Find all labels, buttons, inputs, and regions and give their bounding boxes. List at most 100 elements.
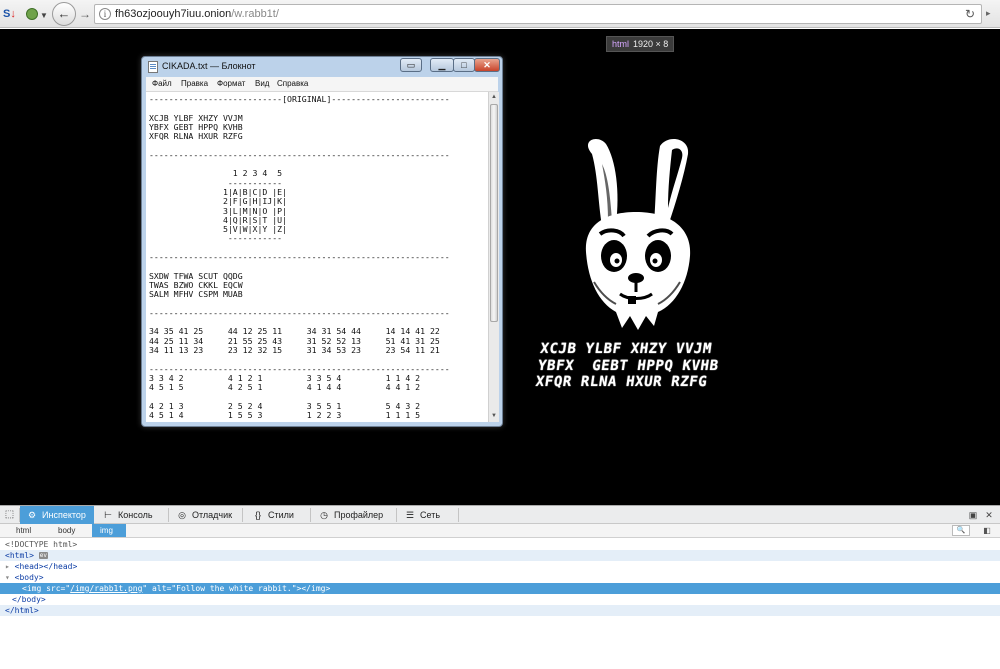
menu-view[interactable]: Вид	[255, 79, 269, 88]
tab-profiler[interactable]: ◷ Профайлер	[312, 506, 396, 524]
head-tag: <head></head>	[14, 562, 78, 571]
scrollbar-thumb[interactable]	[490, 104, 498, 322]
profiler-icon: ◷	[320, 510, 328, 520]
tab-network-label: Сеть	[420, 510, 441, 520]
notepad-text-area[interactable]: ---------------------------[ORIGINAL]---…	[146, 92, 488, 422]
element-picker-icon[interactable]: ⬚	[3, 508, 16, 521]
body-close-tag: </body>	[12, 595, 46, 604]
tab-inspector-label: Инспектор	[42, 510, 86, 520]
tab-separator	[458, 508, 459, 522]
close-button[interactable]: ✕	[474, 58, 500, 72]
url-text: fh63ozjoouyh7iuu.onion/w.rabb1t/	[115, 8, 279, 20]
caption-line-1: XCJB YLBF XHZY VVJM	[539, 341, 714, 357]
tree-node-head[interactable]: ▸ <head></head>	[0, 561, 1000, 572]
img-alt-value: Follow the white rabbit.	[176, 584, 292, 593]
close-devtools-icon[interactable]: ✕	[982, 508, 996, 522]
caption-line-3: XFQR RLNA HXUR RZFG	[534, 374, 709, 390]
dock-icon[interactable]: ▣	[966, 508, 980, 522]
rabbit-cipher-caption: XCJB YLBF XHZY VVJM YBFX GEBT HPPQ KVHB XF…	[535, 341, 723, 391]
address-bar[interactable]: i fh63ozjoouyh7iuu.onion/w.rabb1t/ ↻	[94, 4, 982, 24]
console-icon: ⊢	[104, 510, 112, 520]
notepad-content: ---------------------------[ORIGINAL]---…	[149, 94, 450, 421]
tab-console-label: Консоль	[118, 510, 153, 520]
tab-inspector[interactable]: ⚙ Инспектор	[20, 506, 94, 524]
tab-separator	[242, 508, 243, 522]
menu-format[interactable]: Формат	[217, 79, 245, 88]
page-viewport: html 1920 × 8 CIKADA.txt — Блокнот ▭ ▁ □ …	[0, 29, 1000, 505]
network-icon: ☰	[405, 510, 415, 520]
html-open-tag: <html>	[5, 551, 34, 560]
scroll-down-icon[interactable]: ▼	[489, 411, 499, 422]
tooltip-tag: html	[612, 39, 630, 49]
img-open-tag: <img src="	[22, 584, 71, 593]
window-extra-button[interactable]: ▭	[400, 58, 422, 72]
breadcrumb-img[interactable]: img	[92, 524, 126, 537]
tree-node-html[interactable]: <html> ev	[0, 550, 1000, 561]
debugger-icon: ◎	[178, 510, 186, 520]
doctype-text: <!DOCTYPE html>	[5, 540, 78, 549]
minimize-button[interactable]: ▁	[430, 58, 454, 72]
onion-icon	[26, 8, 38, 20]
img-alt-attr: " alt="	[142, 584, 177, 593]
tab-separator	[396, 508, 397, 522]
url-host: fh63ozjoouyh7iuu.onion	[115, 8, 232, 20]
menu-edit[interactable]: Правка	[181, 79, 208, 88]
site-info-icon[interactable]: i	[99, 8, 111, 20]
notepad-title: CIKADA.txt — Блокнот	[162, 61, 256, 71]
tree-node-body-close[interactable]: </body>	[0, 594, 1000, 605]
caption-line-2: YBFX GEBT HPPQ KVHB	[536, 357, 720, 374]
tooltip-dimensions: 1920 × 8	[633, 39, 669, 49]
event-badge[interactable]: ev	[38, 552, 48, 559]
markup-tree[interactable]: <!DOCTYPE html> <html> ev ▸ <head></head…	[0, 538, 1000, 669]
menu-file[interactable]: Файл	[152, 79, 172, 88]
browser-toolbar: S↓ ▼ ← → i fh63ozjoouyh7iuu.onion/w.rabb…	[0, 0, 1000, 28]
maximize-button[interactable]: □	[453, 58, 475, 72]
minimize-icon: ▁	[438, 60, 446, 70]
tor-onion-button[interactable]: ▼	[24, 5, 48, 23]
back-arrow-icon: ←	[57, 6, 71, 21]
close-icon: ✕	[483, 60, 491, 70]
sogou-logo-icon[interactable]: S↓	[3, 5, 21, 23]
url-path: /w.rabb1t/	[231, 8, 279, 20]
collapsed-arrow-icon[interactable]: ▸	[0, 562, 10, 571]
forward-arrow-icon: →	[79, 7, 91, 21]
menu-help[interactable]: Справка	[277, 79, 308, 88]
tree-node-doctype[interactable]: <!DOCTYPE html>	[0, 539, 1000, 550]
search-icon[interactable]: 🔍	[952, 525, 970, 536]
sidebar-toggle-icon[interactable]: ◧	[980, 525, 994, 536]
breadcrumb-body[interactable]: body	[50, 524, 83, 537]
html-close-tag: </html>	[5, 606, 39, 615]
node-breadcrumbs: html body img 🔍 ◧	[0, 524, 1000, 538]
tab-separator	[168, 508, 169, 522]
scroll-up-icon[interactable]: ▲	[489, 92, 499, 103]
tab-debugger[interactable]: ◎ Отладчик	[170, 506, 242, 524]
body-open-tag: <body>	[14, 573, 44, 582]
notepad-vertical-scrollbar[interactable]: ▲ ▼	[488, 92, 499, 422]
forward-button[interactable]: →	[76, 5, 94, 23]
tab-styles[interactable]: {} Стили	[246, 506, 308, 524]
reload-icon[interactable]: ↻	[965, 7, 975, 21]
styles-icon: {}	[254, 510, 261, 520]
notepad-window[interactable]: CIKADA.txt — Блокнот ▭ ▁ □ ✕ Файл Правка…	[141, 56, 503, 427]
tree-node-img[interactable]: <img src="/img/rabb1t.png" alt="Follow t…	[0, 583, 1000, 594]
inspector-icon: ⚙	[27, 510, 37, 520]
maximize-icon: □	[461, 60, 467, 70]
img-src-link[interactable]: /img/rabb1t.png	[70, 584, 142, 593]
img-close-tag: "></img>	[291, 584, 331, 593]
tab-console[interactable]: ⊢ Консоль	[96, 506, 168, 524]
tree-node-body[interactable]: ▾ <body>	[0, 572, 1000, 583]
white-rabbit-image	[585, 139, 691, 330]
expanded-arrow-icon[interactable]: ▾	[0, 573, 10, 582]
tab-profiler-label: Профайлер	[334, 510, 384, 520]
back-button[interactable]: ←	[52, 2, 76, 26]
notepad-app-icon	[148, 61, 158, 73]
tab-network[interactable]: ☰ Сеть	[398, 506, 458, 524]
tree-node-html-close[interactable]: </html>	[0, 605, 1000, 616]
element-highlight-tooltip: html 1920 × 8	[606, 36, 675, 52]
tab-styles-label: Стили	[268, 510, 294, 520]
notepad-titlebar[interactable]: CIKADA.txt — Блокнот ▭ ▁ □ ✕	[142, 57, 502, 77]
breadcrumb-html[interactable]: html	[8, 524, 39, 537]
notepad-menubar: Файл Правка Формат Вид Справка	[146, 77, 498, 92]
tab-debugger-label: Отладчик	[192, 510, 233, 520]
toolbar-overflow-icon[interactable]: ▸	[986, 8, 991, 19]
